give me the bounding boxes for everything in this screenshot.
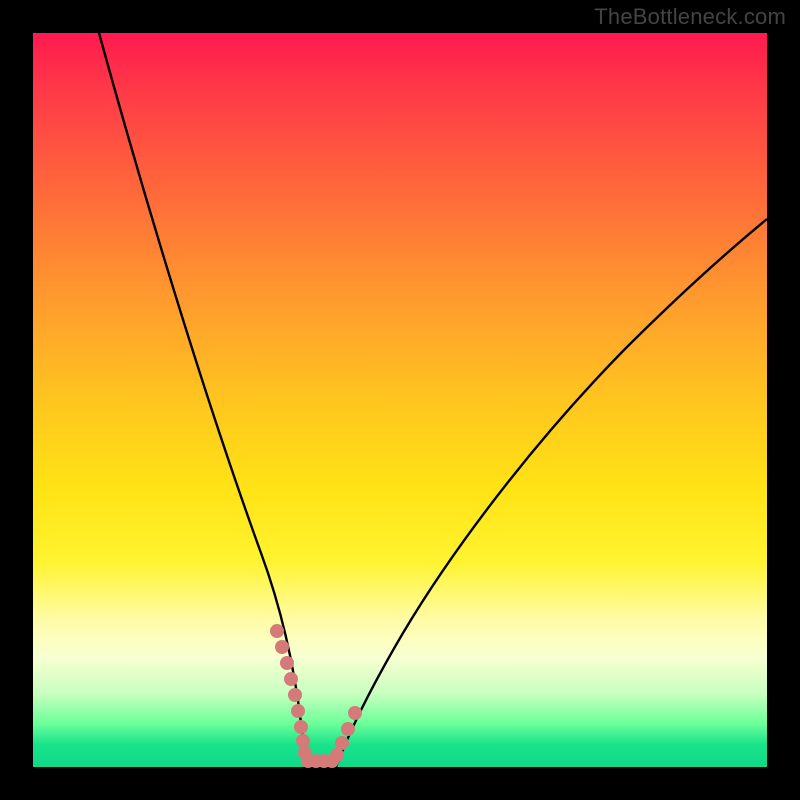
curves-layer: [33, 33, 767, 767]
chart-frame: TheBottleneck.com: [0, 0, 800, 800]
bottom-marker-band: [270, 624, 362, 768]
right-curve: [336, 219, 767, 767]
plot-area: [33, 33, 767, 767]
left-curve: [99, 33, 308, 767]
watermark-text: TheBottleneck.com: [594, 4, 786, 30]
